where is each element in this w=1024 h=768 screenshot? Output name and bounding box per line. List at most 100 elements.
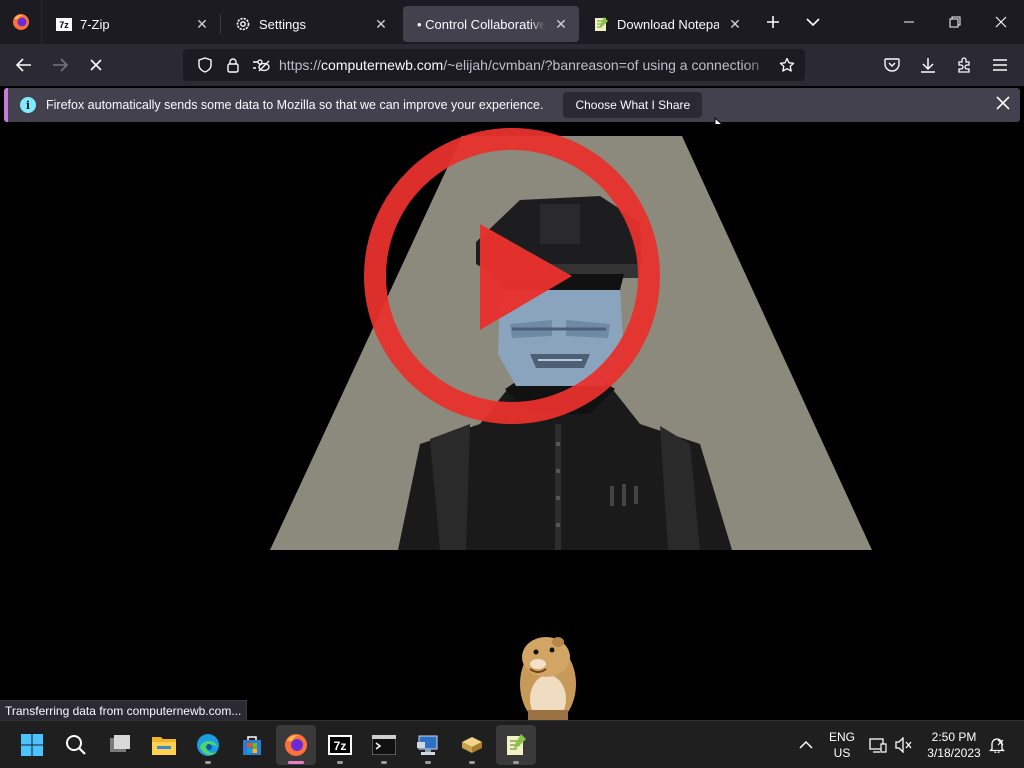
forward-button[interactable] [42, 49, 78, 81]
7zip-taskbar-button[interactable]: 7z [320, 725, 360, 765]
remote-desktop-icon [417, 735, 438, 755]
tab-settings[interactable]: Settings ✕ [221, 6, 399, 42]
running-indicator [205, 761, 211, 764]
notifications-button[interactable] [986, 721, 1008, 768]
close-icon[interactable]: ✕ [373, 16, 389, 32]
hamster-image [520, 637, 576, 724]
running-indicator [381, 761, 387, 764]
search-icon [66, 735, 86, 755]
navigation-toolbar: https://computernewb.com/~elijah/cvmban/… [0, 44, 1024, 86]
back-button[interactable] [6, 49, 42, 81]
notification-bell-icon [989, 738, 1005, 753]
new-tab-button[interactable] [753, 0, 793, 44]
list-all-tabs-button[interactable] [793, 0, 833, 44]
task-view-button[interactable] [100, 725, 140, 765]
restore-button[interactable] [932, 0, 978, 44]
minimize-button[interactable] [886, 0, 932, 44]
close-window-button[interactable] [978, 0, 1024, 44]
arrow-left-icon [16, 58, 31, 72]
show-hidden-icons-button[interactable] [792, 721, 820, 768]
info-icon: i [20, 97, 36, 113]
clock-button[interactable]: 2:50 PM 3/18/2023 [920, 721, 988, 768]
choose-what-i-share-button[interactable]: Choose What I Share [563, 92, 703, 118]
close-icon[interactable]: ✕ [553, 16, 569, 32]
tab-label: 7-Zip [80, 16, 110, 32]
gear-icon [235, 16, 251, 32]
tab-label: Settings [259, 16, 306, 32]
7zip-icon: 7z [56, 16, 72, 32]
close-icon[interactable]: ✕ [727, 16, 743, 32]
task-view-icon [110, 735, 130, 752]
terminal-icon [372, 735, 396, 755]
ban-page-graphic [270, 128, 872, 724]
minimize-icon [904, 21, 914, 23]
close-icon [996, 96, 1010, 110]
shield-icon[interactable] [191, 51, 219, 79]
downloads-button[interactable] [910, 44, 946, 86]
date-label: 3/18/2023 [927, 746, 981, 760]
plus-icon [767, 16, 779, 28]
tab-label: Download Notepad++ [617, 16, 719, 32]
network-icon [869, 738, 887, 753]
start-button[interactable] [12, 725, 52, 765]
page-content [0, 124, 1024, 724]
url-scheme: https:// [279, 57, 322, 73]
tab-control-collaborative[interactable]: • Control Collaborative W ✕ [403, 6, 579, 42]
close-notification-button[interactable] [996, 96, 1010, 115]
region-label: US [833, 746, 851, 760]
windows-start-icon [21, 734, 43, 756]
running-indicator [425, 761, 431, 764]
edge-icon [197, 734, 219, 756]
app-menu-button[interactable] [982, 44, 1018, 86]
store-icon [243, 736, 261, 755]
time-label: 2:50 PM [931, 730, 977, 744]
chevron-down-icon [806, 18, 820, 27]
file-explorer-icon [152, 737, 176, 755]
running-indicator [513, 761, 519, 764]
volume-muted-icon [895, 737, 912, 753]
lock-icon[interactable] [219, 51, 247, 79]
pocket-icon [884, 58, 900, 72]
store-button[interactable] [232, 725, 272, 765]
edge-button[interactable] [188, 725, 228, 765]
network-button[interactable] [866, 721, 890, 768]
notepad-plus-plus-icon [593, 16, 609, 32]
terminal-taskbar-button[interactable] [364, 725, 404, 765]
url-text[interactable]: https://computernewb.com/~elijah/cvmban/… [279, 57, 773, 73]
firefox-taskbar-button[interactable] [276, 725, 316, 765]
volume-button[interactable] [892, 721, 916, 768]
notification-message: Firefox automatically sends some data to… [46, 98, 544, 112]
search-button[interactable] [56, 725, 96, 765]
close-icon[interactable]: ✕ [194, 16, 210, 32]
tab-strip: 7z 7-Zip ✕ Settings ✕ • Control Collabor… [0, 0, 1024, 44]
status-panel: Transferring data from computernewb.com.… [0, 700, 248, 722]
tab-7zip[interactable]: 7z 7-Zip ✕ [42, 6, 220, 42]
notepad-plus-plus-taskbar-button[interactable] [496, 725, 536, 765]
address-bar[interactable]: https://computernewb.com/~elijah/cvmban/… [183, 49, 805, 81]
remote-desktop-taskbar-button[interactable] [408, 725, 448, 765]
input-language-button[interactable]: ENG US [822, 721, 862, 768]
restore-icon [949, 16, 961, 28]
close-icon [995, 16, 1007, 28]
running-indicator [337, 761, 343, 764]
firefox-icon [12, 14, 29, 30]
bookmark-star-icon[interactable] [773, 51, 801, 79]
arrow-right-icon [53, 58, 68, 72]
running-indicator [469, 761, 475, 764]
running-indicator [288, 761, 304, 764]
archive-taskbar-button[interactable] [452, 725, 492, 765]
extensions-button[interactable] [946, 44, 982, 86]
pocket-button[interactable] [874, 44, 910, 86]
stop-icon [90, 59, 102, 71]
file-explorer-button[interactable] [144, 725, 184, 765]
windows-taskbar: 7z ENG US 2:50 PM 3/18/2023 [0, 720, 1024, 768]
7zip-icon: 7z [328, 735, 352, 755]
url-path: /~elijah/cvmban/?banreason=of using a co… [443, 57, 760, 73]
stop-button[interactable] [78, 49, 114, 81]
permissions-icon[interactable] [247, 51, 275, 79]
firefox-view-button[interactable] [0, 0, 42, 44]
tab-download-notepad[interactable]: Download Notepad++ ✕ [579, 6, 753, 42]
archive-icon [462, 737, 482, 753]
url-host: computernewb.com [321, 57, 444, 73]
tab-label: • Control Collaborative W [417, 16, 545, 32]
